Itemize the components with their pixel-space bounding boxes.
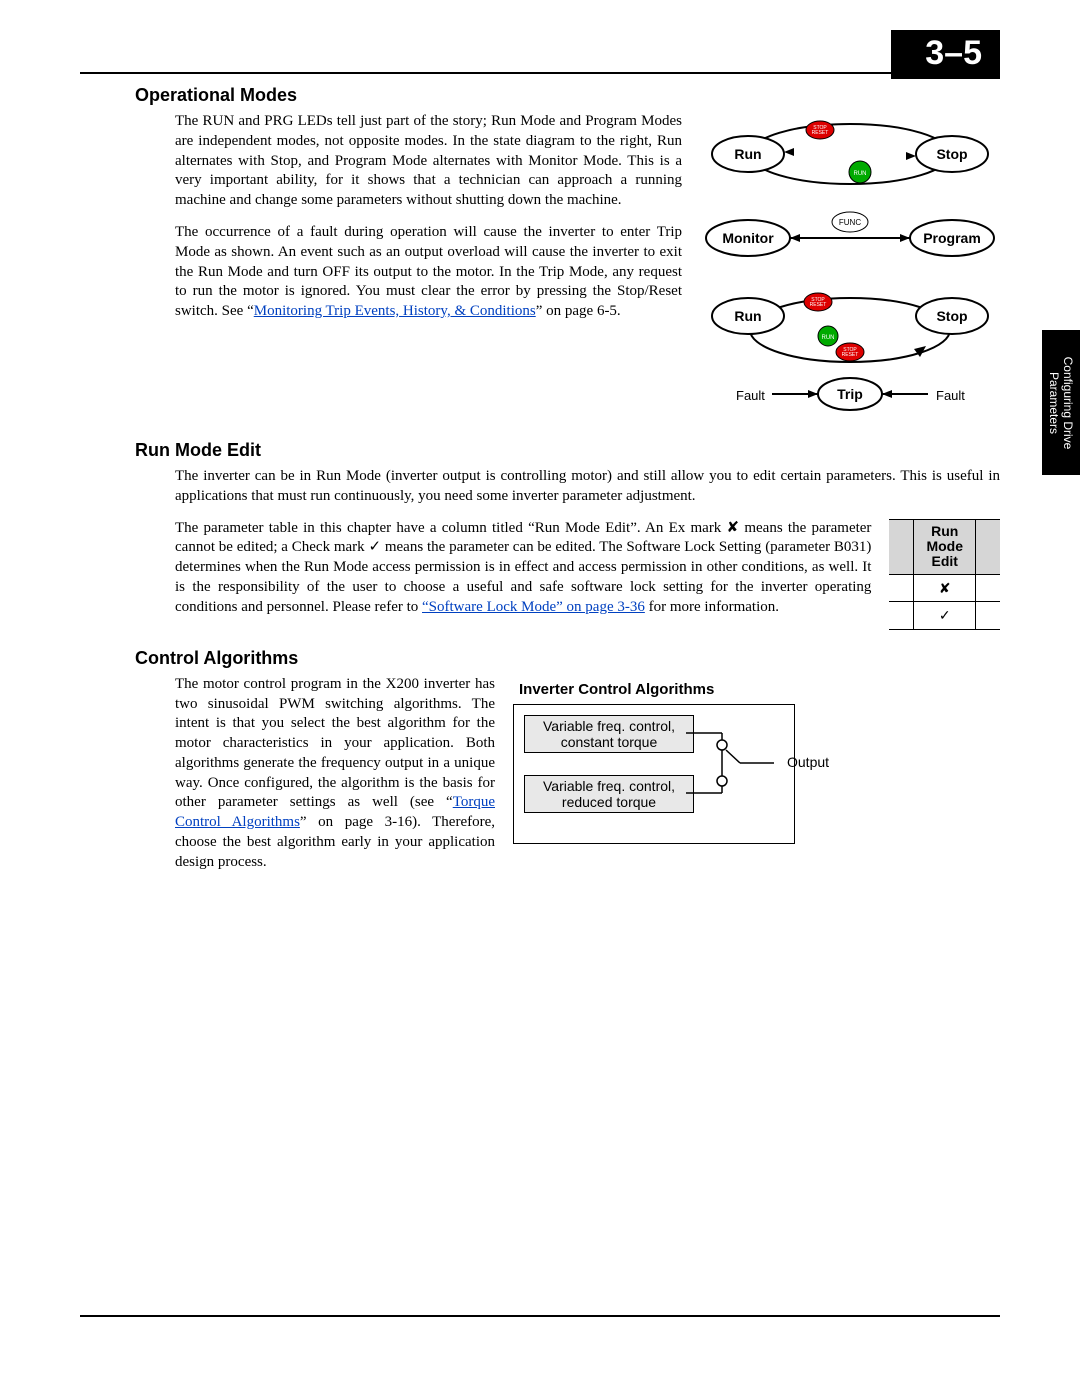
algorithm-box-1: Variable freq. control, constant torque	[524, 715, 694, 753]
rule-top	[80, 72, 1000, 74]
state-diagram-modes: Run Stop STOP RESET RUN Monitor	[700, 112, 1000, 282]
state-diagram-trip: Run Stop STOP RESET RUN STOP RESET	[700, 282, 1000, 422]
svg-text:RESET: RESET	[842, 352, 859, 358]
figure-title: Inverter Control Algorithms	[513, 681, 795, 698]
run-mode-para-2: The parameter table in this chapter have…	[175, 519, 871, 618]
run-mode-edit-table: Run Mode Edit ✘ ✓	[889, 519, 1000, 630]
svg-text:Stop: Stop	[936, 308, 967, 324]
run-mode-para-1: The inverter can be in Run Mode (inverte…	[175, 467, 1000, 507]
control-alg-para: The motor control program in the X200 in…	[175, 675, 495, 873]
op-modes-para-1: The RUN and PRG LEDs tell just part of t…	[175, 112, 682, 211]
link-monitoring-trip[interactable]: Monitoring Trip Events, History, & Condi…	[254, 303, 536, 319]
check-mark-icon: ✓	[914, 602, 976, 629]
svg-text:Run: Run	[734, 146, 761, 162]
op-modes-para-2: The occurrence of a fault during operati…	[175, 223, 682, 322]
svg-text:RUN: RUN	[822, 335, 835, 341]
thumb-tab: Configuring Drive Parameters	[1042, 330, 1080, 475]
algorithm-diagram: Variable freq. control, constant torque …	[513, 704, 795, 844]
svg-text:Monitor: Monitor	[722, 230, 774, 246]
svg-text:Trip: Trip	[837, 386, 863, 402]
link-software-lock[interactable]: “Software Lock Mode” on page 3-36	[422, 599, 645, 615]
output-label: Output	[787, 754, 829, 770]
x-mark-icon: ✘	[914, 574, 976, 601]
svg-text:RESET: RESET	[812, 130, 829, 136]
svg-text:Program: Program	[923, 230, 981, 246]
heading-run-mode-edit: Run Mode Edit	[135, 440, 1000, 461]
svg-text:Fault: Fault	[736, 388, 765, 403]
svg-text:Fault: Fault	[936, 388, 965, 403]
svg-text:Stop: Stop	[936, 146, 967, 162]
thumb-tab-label: Configuring Drive Parameters	[1047, 356, 1075, 449]
svg-text:Run: Run	[734, 308, 761, 324]
svg-text:FUNC: FUNC	[839, 218, 861, 227]
heading-operational-modes: Operational Modes	[135, 85, 1000, 106]
heading-control-algorithms: Control Algorithms	[135, 648, 1000, 669]
svg-text:RESET: RESET	[810, 302, 827, 308]
rule-bottom	[80, 1315, 1000, 1317]
algorithm-box-2: Variable freq. control, reduced torque	[524, 775, 694, 813]
svg-text:RUN: RUN	[854, 171, 867, 177]
